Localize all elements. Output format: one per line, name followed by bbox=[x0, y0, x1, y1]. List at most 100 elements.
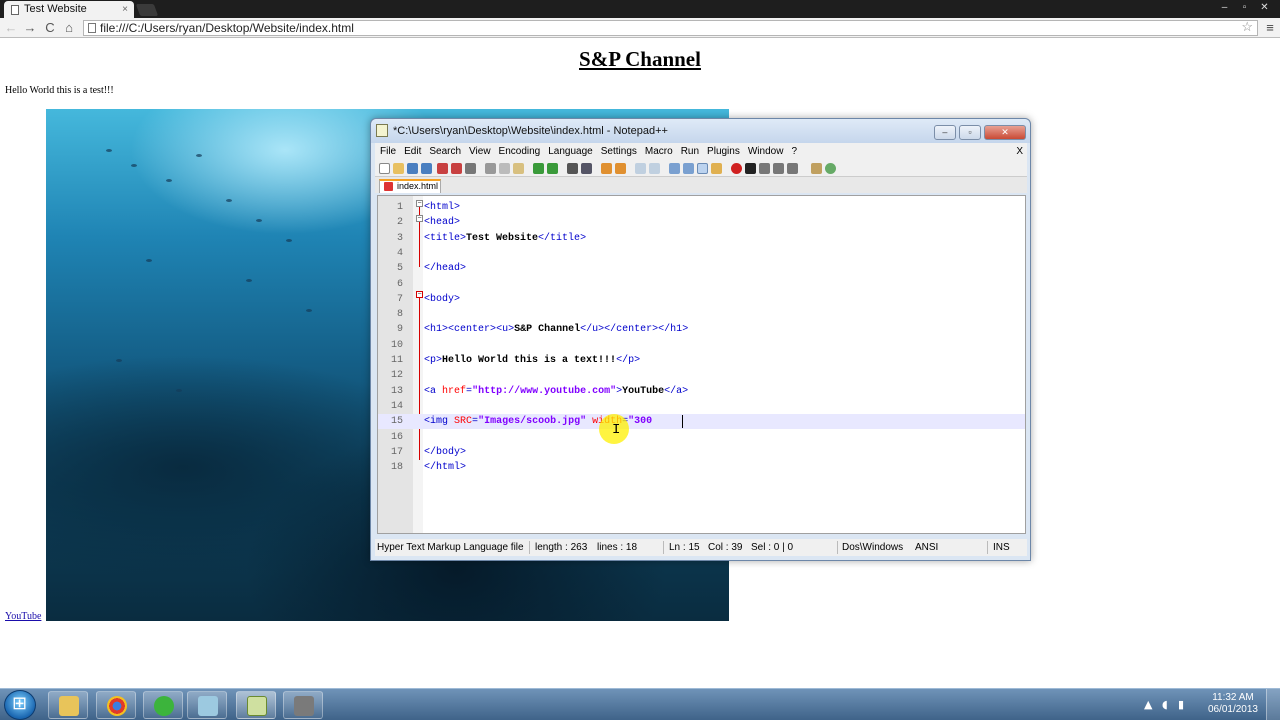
play-macro-icon[interactable] bbox=[759, 163, 770, 174]
notepadpp-window-buttons: – ▫ ✕ bbox=[933, 120, 1026, 140]
menu-edit[interactable]: Edit bbox=[401, 143, 424, 160]
taskbar-notepadpp[interactable] bbox=[236, 691, 276, 719]
spellcheck-icon[interactable] bbox=[825, 163, 836, 174]
bookmark-star-icon[interactable]: ☆ bbox=[1241, 20, 1253, 34]
save-macro-icon[interactable] bbox=[787, 163, 798, 174]
browser-tab[interactable]: Test Website × bbox=[4, 1, 134, 18]
npp-close-button[interactable]: ✕ bbox=[984, 125, 1026, 140]
browser-maximize-button[interactable]: ▫ bbox=[1237, 1, 1252, 15]
tab-close-icon[interactable]: × bbox=[122, 1, 128, 18]
code-line[interactable]: 3 <title>Test Website</title> bbox=[378, 231, 1025, 246]
indent-guide-icon[interactable] bbox=[697, 163, 708, 174]
network-icon[interactable]: ▮ bbox=[1178, 698, 1184, 711]
lang-icon[interactable] bbox=[711, 163, 722, 174]
save-all-icon[interactable] bbox=[421, 163, 432, 174]
code-line[interactable]: 11 <p>Hello World this is a text!!!</p> bbox=[378, 353, 1025, 368]
menu-run[interactable]: Run bbox=[678, 143, 702, 160]
line-number: 18 bbox=[390, 462, 403, 474]
taskbar-explorer[interactable] bbox=[48, 691, 88, 719]
taskbar-spotify[interactable] bbox=[143, 691, 183, 719]
menu-window[interactable]: Window bbox=[745, 143, 787, 160]
code-line[interactable]: 9 <h1><center><u>S&P Channel</u></center>… bbox=[378, 322, 1025, 337]
code-text: <p>Hello World this is a text!!!</p> bbox=[424, 355, 641, 366]
replace-icon[interactable] bbox=[581, 163, 592, 174]
code-editor[interactable]: − − − 1 <html> 2 <head> 3 <title>Test Website… bbox=[377, 195, 1026, 534]
browser-close-button[interactable]: ✕ bbox=[1257, 1, 1272, 15]
volume-icon[interactable]: ◖ bbox=[1162, 698, 1168, 711]
code-line[interactable]: 12 bbox=[378, 368, 1025, 383]
record-macro-icon[interactable] bbox=[731, 163, 742, 174]
menu-encoding[interactable]: Encoding bbox=[496, 143, 544, 160]
code-line[interactable]: 1 <html> bbox=[378, 200, 1025, 215]
close-all-icon[interactable] bbox=[451, 163, 462, 174]
code-line[interactable]: 13 <a href="http://www.youtube.com">YouTu… bbox=[378, 384, 1025, 399]
plugin-icon[interactable] bbox=[811, 163, 822, 174]
browser-minimize-button[interactable]: – bbox=[1217, 1, 1232, 15]
sync-scroll-icon[interactable] bbox=[635, 163, 646, 174]
forward-button[interactable]: → bbox=[22, 20, 38, 36]
menu-macro[interactable]: Macro bbox=[642, 143, 676, 160]
code-line[interactable]: 14 bbox=[378, 399, 1025, 414]
menu-plugins[interactable]: Plugins bbox=[704, 143, 743, 160]
code-text: <html> bbox=[424, 202, 461, 213]
code-line[interactable]: 18 </html> bbox=[378, 460, 1025, 475]
tray-arrow-icon[interactable]: ▲ bbox=[1144, 698, 1152, 711]
menu-file[interactable]: File bbox=[377, 143, 399, 160]
zoom-out-icon[interactable] bbox=[615, 163, 626, 174]
clock[interactable]: 11:32 AM 06/01/2013 bbox=[1208, 692, 1258, 716]
new-file-icon[interactable] bbox=[379, 163, 390, 174]
code-line[interactable]: 8 bbox=[378, 307, 1025, 322]
show-all-icon[interactable] bbox=[683, 163, 694, 174]
code-line[interactable]: 10 bbox=[378, 338, 1025, 353]
address-bar[interactable]: file:///C:/Users/ryan/Desktop/Website/in… bbox=[83, 20, 1258, 36]
undo-icon[interactable] bbox=[533, 163, 544, 174]
notepadpp-statusbar: Hyper Text Markup Language file length :… bbox=[375, 539, 1027, 556]
code-line[interactable]: 4 bbox=[378, 246, 1025, 261]
menu-search[interactable]: Search bbox=[426, 143, 464, 160]
document-tabbar: index.html bbox=[375, 177, 1027, 193]
taskbar-app4[interactable] bbox=[187, 691, 227, 719]
menu-language[interactable]: Language bbox=[545, 143, 596, 160]
npp-maximize-button[interactable]: ▫ bbox=[958, 125, 981, 140]
zoom-in-icon[interactable] bbox=[601, 163, 612, 174]
save-icon[interactable] bbox=[407, 163, 418, 174]
code-line[interactable]: 7 <body> bbox=[378, 292, 1025, 307]
code-line[interactable]: 6 bbox=[378, 277, 1025, 292]
reload-button[interactable]: C bbox=[42, 20, 58, 36]
new-tab-button[interactable] bbox=[135, 4, 159, 16]
paste-icon[interactable] bbox=[513, 163, 524, 174]
print-icon[interactable] bbox=[465, 163, 476, 174]
browser-toolbar: ← → C ⌂ file:///C:/Users/ryan/Desktop/We… bbox=[0, 18, 1280, 38]
show-desktop-button[interactable] bbox=[1266, 689, 1280, 721]
wrap-icon[interactable] bbox=[669, 163, 680, 174]
code-line[interactable]: 17 </body> bbox=[378, 445, 1025, 460]
code-line[interactable]: 15<img SRC="Images/scoob.jpg" width="300 bbox=[378, 414, 1025, 430]
sync-h-icon[interactable] bbox=[649, 163, 660, 174]
chrome-menu-icon[interactable]: ≡ bbox=[1263, 20, 1277, 36]
menu-help[interactable]: ? bbox=[788, 143, 800, 160]
line-number: 17 bbox=[390, 446, 403, 458]
close-document-button[interactable]: X bbox=[1016, 143, 1023, 160]
open-file-icon[interactable] bbox=[393, 163, 404, 174]
find-icon[interactable] bbox=[567, 163, 578, 174]
document-tab[interactable]: index.html bbox=[379, 179, 441, 193]
taskbar-app6[interactable] bbox=[283, 691, 323, 719]
close-file-icon[interactable] bbox=[437, 163, 448, 174]
copy-icon[interactable] bbox=[499, 163, 510, 174]
run-macro-multiple-icon[interactable] bbox=[773, 163, 784, 174]
start-button[interactable] bbox=[4, 690, 36, 720]
menu-settings[interactable]: Settings bbox=[598, 143, 640, 160]
redo-icon[interactable] bbox=[547, 163, 558, 174]
code-line[interactable]: 5 </head> bbox=[378, 261, 1025, 276]
npp-minimize-button[interactable]: – bbox=[933, 125, 956, 140]
code-line[interactable]: 2 <head> bbox=[378, 215, 1025, 230]
code-line[interactable]: 16 bbox=[378, 430, 1025, 445]
cut-icon[interactable] bbox=[485, 163, 496, 174]
system-tray: ▲ ◖ ▮ 11:32 AM 06/01/2013 bbox=[1130, 689, 1280, 721]
home-button[interactable]: ⌂ bbox=[61, 20, 77, 36]
stop-macro-icon[interactable] bbox=[745, 163, 756, 174]
taskbar-chrome[interactable] bbox=[96, 691, 136, 719]
menu-view[interactable]: View bbox=[466, 143, 494, 160]
back-button[interactable]: ← bbox=[3, 20, 19, 36]
youtube-link[interactable]: YouTube bbox=[5, 611, 41, 622]
